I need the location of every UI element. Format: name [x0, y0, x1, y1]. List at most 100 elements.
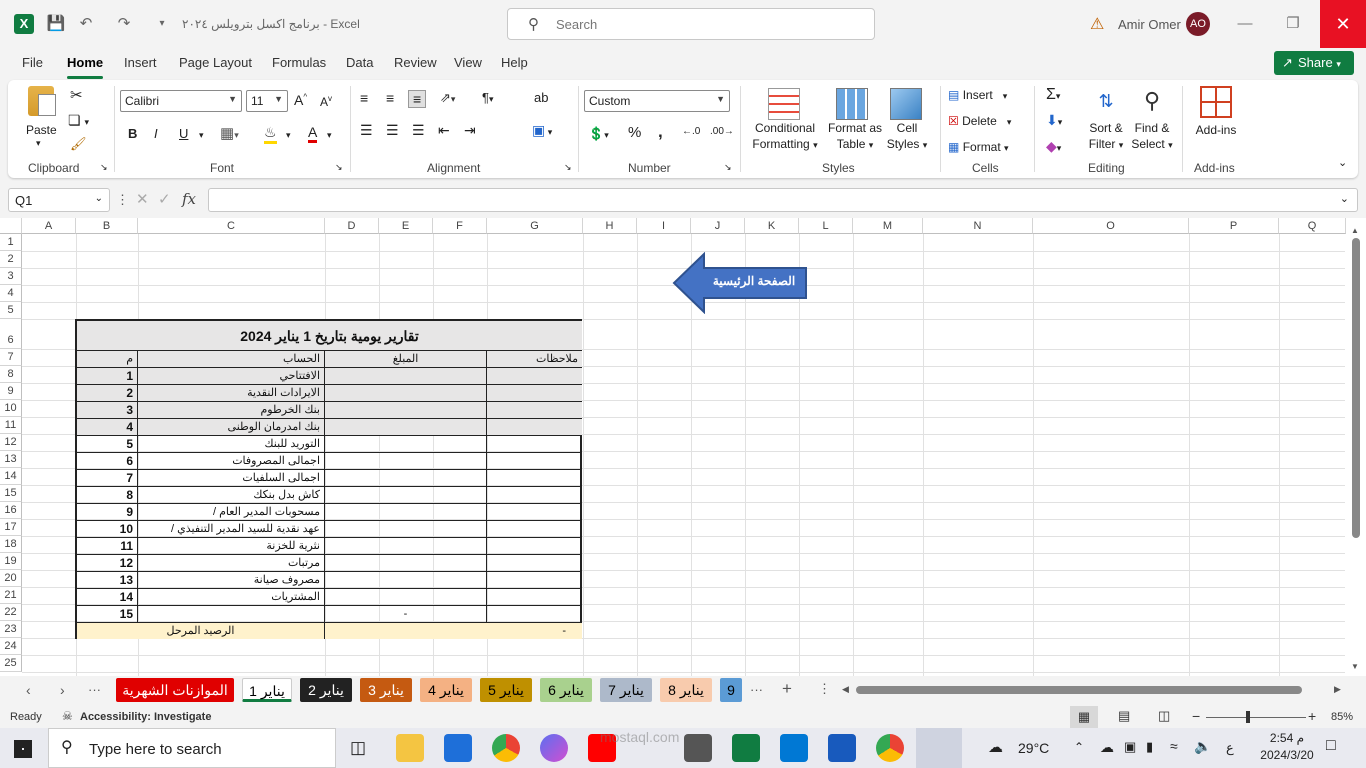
sheet-tab[interactable]: يناير 8	[660, 678, 712, 702]
copilot-icon[interactable]	[540, 734, 568, 762]
row-notes[interactable]	[487, 385, 582, 402]
tab-view[interactable]: View	[454, 55, 482, 70]
calculator-icon[interactable]	[684, 734, 712, 762]
row-header-13[interactable]: 13	[0, 451, 22, 468]
avatar[interactable]: AO	[1186, 12, 1210, 36]
insert-function-icon[interactable]: fx	[182, 190, 196, 208]
row-header-4[interactable]: 4	[0, 285, 22, 302]
zoom-slider[interactable]	[1206, 711, 1306, 723]
row-amount[interactable]	[325, 538, 487, 555]
row-notes[interactable]	[487, 487, 582, 504]
cut-icon[interactable]: ✂	[70, 86, 83, 104]
chrome-profile-icon[interactable]	[876, 734, 904, 762]
align-top-icon[interactable]: ≡	[360, 90, 368, 106]
row-header-8[interactable]: 8	[0, 366, 22, 383]
row-num[interactable]: 15	[77, 606, 138, 623]
column-header-a[interactable]: A	[22, 218, 76, 234]
hscroll-right-icon[interactable]: ▶	[1334, 684, 1341, 695]
row-account[interactable]: بنك الخرطوم	[138, 402, 325, 419]
row-header-10[interactable]: 10	[0, 400, 22, 417]
row-header-24[interactable]: 24	[0, 638, 22, 655]
tab-review[interactable]: Review	[394, 55, 437, 70]
tab-data[interactable]: Data	[346, 55, 373, 70]
row-account[interactable]: المشتريات	[138, 589, 325, 606]
sheet-tab[interactable]: يناير 7	[600, 678, 652, 702]
format-painter-icon[interactable]: 🖌	[70, 136, 87, 152]
conditional-formatting-icon[interactable]	[768, 88, 800, 120]
row-amount[interactable]	[325, 470, 487, 487]
align-middle-icon[interactable]: ≡	[386, 90, 394, 106]
redo-icon[interactable]: ↷	[114, 14, 134, 34]
align-left-icon[interactable]: ☰	[360, 122, 373, 139]
search-box[interactable]: ⚲ Search	[507, 8, 875, 40]
row-header-3[interactable]: 3	[0, 268, 22, 285]
collapse-ribbon-icon[interactable]: ⌄	[1338, 156, 1347, 169]
alignment-launcher-icon[interactable]: ↘	[564, 162, 572, 173]
weather-icon[interactable]: ☁	[988, 738, 1003, 756]
italic-button[interactable]: I	[154, 126, 158, 141]
row-num[interactable]: 9	[77, 504, 138, 521]
clock-time[interactable]: 2:54 م	[1262, 731, 1312, 745]
warning-icon[interactable]: ⚠	[1090, 14, 1104, 34]
row-notes[interactable]	[487, 419, 582, 436]
column-header-j[interactable]: J	[691, 218, 745, 234]
row-header-9[interactable]: 9	[0, 383, 22, 400]
rtl-icon[interactable]: ¶▾	[482, 90, 494, 105]
row-notes[interactable]	[487, 402, 582, 419]
row-amount[interactable]	[325, 436, 487, 453]
decrease-font-icon[interactable]: Av	[320, 94, 332, 109]
cell-styles-button[interactable]: Cell Styles ▾	[884, 120, 930, 153]
normal-view-icon[interactable]: ▦	[1070, 706, 1098, 728]
row-amount[interactable]: -	[325, 606, 487, 623]
align-bottom-icon[interactable]: ≡	[408, 90, 427, 108]
sheet-tab[interactable]: الموازنات الشهرية	[116, 678, 234, 702]
row-num[interactable]: 11	[77, 538, 138, 555]
sheet-tab[interactable]: 9	[720, 678, 742, 702]
align-center-icon[interactable]: ☰	[386, 122, 399, 139]
row-header-23[interactable]: 23	[0, 621, 22, 638]
paste-label[interactable]: Paste	[26, 122, 57, 138]
sort-filter-button[interactable]: Sort & Filter ▾	[1082, 120, 1130, 153]
fill-color-icon[interactable]: ♨	[264, 124, 277, 144]
volume-icon[interactable]: 🔈	[1194, 738, 1211, 755]
font-launcher-icon[interactable]: ↘	[335, 162, 343, 173]
fill-color-chevron-icon[interactable]: ▾	[286, 130, 291, 141]
more-sheets-right-icon[interactable]: ···	[750, 682, 763, 697]
copy-icon[interactable]: ❏ ▾	[68, 112, 89, 129]
row-amount[interactable]	[325, 487, 487, 504]
row-account[interactable]: نثرية للخزنة	[138, 538, 325, 555]
row-header-16[interactable]: 16	[0, 502, 22, 519]
row-account[interactable]: التوريد للبنك	[138, 436, 325, 453]
column-header-d[interactable]: D	[325, 218, 379, 234]
chrome-icon[interactable]	[492, 734, 520, 762]
tab-page-layout[interactable]: Page Layout	[179, 55, 252, 70]
add-sheet-icon[interactable]: +	[782, 679, 792, 699]
user-name[interactable]: Amir Omer	[1118, 17, 1181, 32]
find-select-button[interactable]: Find & Select ▾	[1128, 120, 1176, 153]
row-account[interactable]: مصروف صيانة	[138, 572, 325, 589]
conditional-formatting-button[interactable]: Conditional Formatting ▾	[750, 120, 820, 153]
column-header-g[interactable]: G	[487, 218, 583, 234]
notifications-icon[interactable]: □	[1326, 737, 1336, 755]
row-num[interactable]: 5	[77, 436, 138, 453]
row-notes[interactable]	[487, 589, 582, 606]
number-launcher-icon[interactable]: ↘	[724, 162, 732, 173]
tab-help[interactable]: Help	[501, 55, 528, 70]
row-header-14[interactable]: 14	[0, 468, 22, 485]
column-header-e[interactable]: E	[379, 218, 433, 234]
row-header-21[interactable]: 21	[0, 587, 22, 604]
row-amount[interactable]	[325, 521, 487, 538]
sheet-tab[interactable]: يناير 6	[540, 678, 592, 702]
row-header-1[interactable]: 1	[0, 234, 22, 251]
row-num[interactable]: 10	[77, 521, 138, 538]
vertical-scroll-thumb[interactable]	[1352, 238, 1360, 538]
column-header-b[interactable]: B	[76, 218, 138, 234]
zoom-slider-thumb[interactable]	[1246, 711, 1250, 723]
row-account[interactable]: اجمالى السلفيات	[138, 470, 325, 487]
vertical-scrollbar[interactable]: ▲ ▼	[1346, 226, 1366, 676]
select-all-corner[interactable]	[0, 218, 22, 234]
row-account[interactable]: اجمالى المصروفات	[138, 453, 325, 470]
row-header-18[interactable]: 18	[0, 536, 22, 553]
row-notes[interactable]	[487, 521, 582, 538]
name-box[interactable]: Q1 ⌄	[8, 188, 110, 212]
